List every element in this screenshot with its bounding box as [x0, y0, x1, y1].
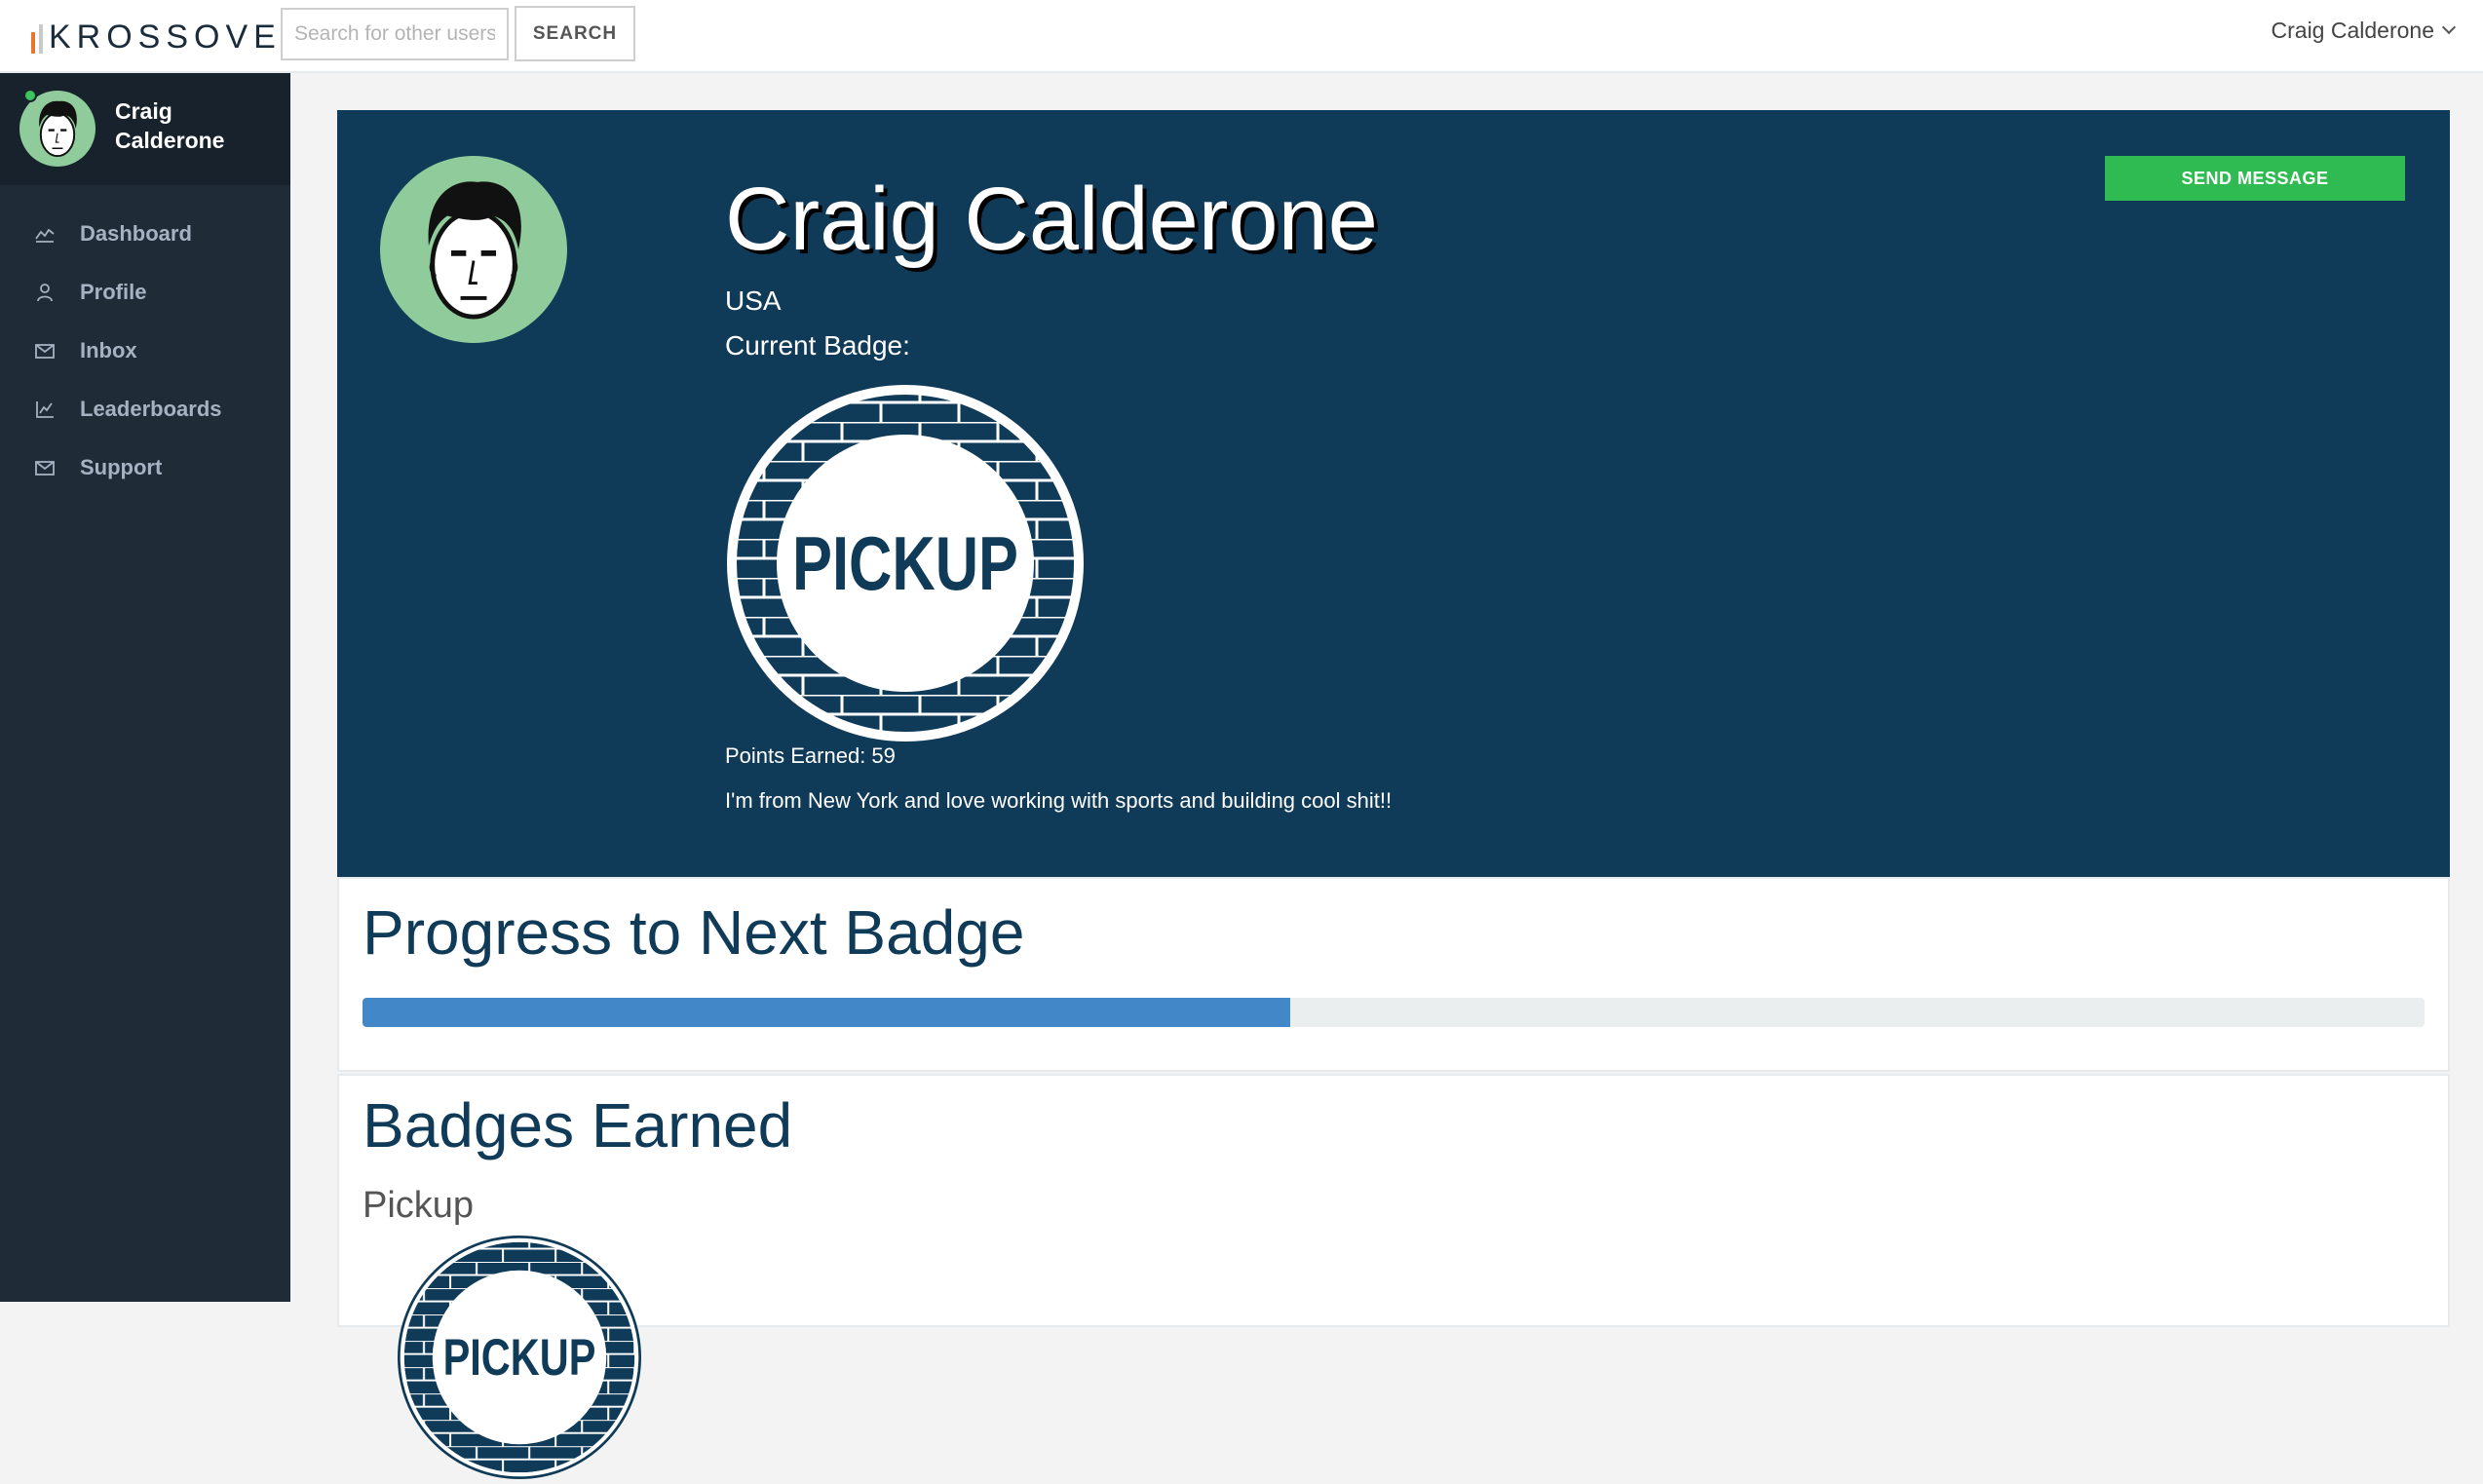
sidebar-item-label: Support [80, 455, 163, 479]
envelope-icon [33, 339, 57, 362]
sidebar: Craig Calderone Dashboard Profile Inbox … [0, 73, 290, 1302]
chevron-down-icon [2441, 19, 2457, 35]
earned-badge-icon: PICKUP [398, 1236, 641, 1479]
current-badge-icon: PICKUP [725, 383, 1086, 743]
sidebar-nav: Dashboard Profile Inbox Leaderboards Sup… [0, 205, 290, 497]
progress-bar [363, 998, 2425, 1027]
bar-chart-icon [33, 398, 57, 421]
profile-avatar [380, 156, 567, 343]
user-icon [33, 281, 57, 304]
send-message-button[interactable]: SEND MESSAGE [2105, 156, 2405, 201]
progress-title: Progress to Next Badge [363, 897, 1025, 968]
badges-earned-title: Badges Earned [363, 1090, 793, 1161]
profile-country: USA [725, 285, 782, 316]
top-bar: KROSSOVER SEARCH Craig Calderone [0, 0, 2483, 73]
envelope-icon [33, 456, 57, 479]
sidebar-item-label: Leaderboards [80, 397, 222, 421]
user-menu[interactable]: Craig Calderone [2271, 16, 2457, 45]
logo-bars-icon [31, 20, 43, 54]
sidebar-item-support[interactable]: Support [0, 438, 290, 497]
profile-header: Craig Calderone USA Current Badge: PICKU… [337, 110, 2450, 877]
sidebar-item-dashboard[interactable]: Dashboard [0, 205, 290, 263]
badge-text: PICKUP [792, 520, 1018, 606]
krossover-logo[interactable]: KROSSOVER [31, 12, 311, 62]
sidebar-item-label: Inbox [80, 338, 137, 362]
badges-earned-panel: Badges Earned Pickup PICKUP [337, 1074, 2450, 1479]
profile-name: Craig Calderone [725, 170, 1378, 269]
sidebar-profile: Craig Calderone [0, 73, 290, 185]
logo-text: KROSSOVER [49, 18, 312, 56]
user-search-input[interactable] [281, 8, 509, 60]
sidebar-item-label: Dashboard [80, 221, 192, 246]
online-status-dot [23, 89, 37, 102]
sidebar-item-inbox[interactable]: Inbox [0, 322, 290, 380]
sidebar-item-leaderboards[interactable]: Leaderboards [0, 380, 290, 438]
sidebar-item-profile[interactable]: Profile [0, 263, 290, 322]
badge-text: PICKUP [443, 1329, 596, 1387]
earned-badge-name: Pickup [363, 1185, 475, 1226]
progress-bar-fill [363, 998, 1291, 1027]
search-button[interactable]: SEARCH [515, 6, 635, 61]
points-earned: Points Earned: 59 [725, 743, 896, 768]
user-menu-name: Craig Calderone [2271, 17, 2434, 43]
sidebar-user-name: Craig Calderone [115, 98, 225, 153]
progress-panel: Progress to Next Badge [337, 877, 2450, 1072]
line-chart-icon [33, 222, 57, 246]
profile-bio: I'm from New York and love working with … [725, 788, 1393, 813]
current-badge-label: Current Badge: [725, 330, 910, 361]
sidebar-item-label: Profile [80, 280, 147, 304]
